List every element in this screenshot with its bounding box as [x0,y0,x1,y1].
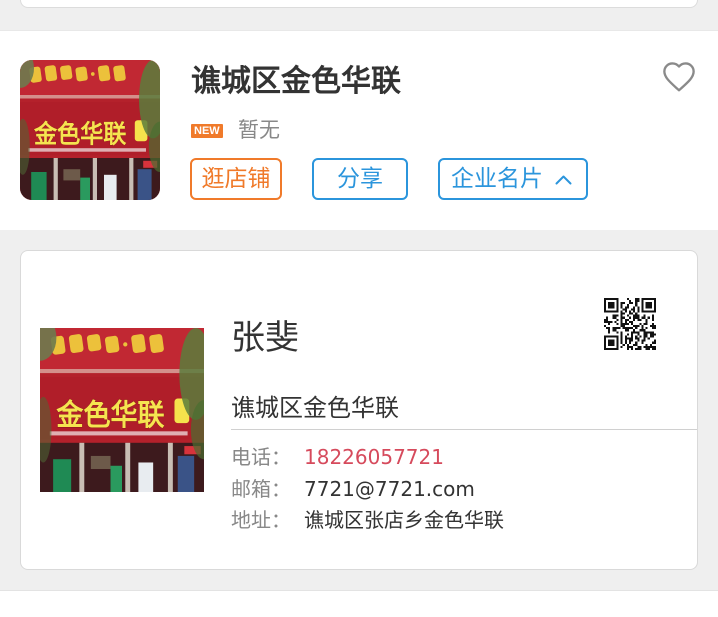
store-thumbnail[interactable]: 金色华联 [20,60,160,200]
phone-label: 电话： [231,445,291,469]
contact-company: 谯城区金色华联 [231,394,399,422]
shop-sign-text: 金色华联 [33,120,127,149]
business-card-toggle-button[interactable]: 企业名片 [438,158,588,200]
visit-store-button[interactable]: 逛店铺 [190,158,282,200]
address-label: 地址： [231,508,291,532]
business-card-photo: 金色华联 [40,328,204,492]
photo-storefront [20,158,160,200]
heart-outline-icon[interactable] [662,62,696,92]
address-value: 谯城区张店乡金色华联 [304,508,504,532]
contact-name: 张斐 [231,318,299,358]
next-list-section [0,590,718,617]
photo-storefront [40,442,204,492]
shop-sign-text: 金色华联 [55,398,165,432]
store-status: 暂无 [238,118,280,142]
business-card: 金色华联 张斐 谯城区金色华联 电话： 18226057721 邮箱： 7721… [20,250,698,570]
share-label: 分享 [337,166,383,192]
photo-upper-sign [40,328,204,374]
store-listing: 金色华联 谯城区金色华联 NEW 暂无 逛店铺 分享 企业名片 [0,30,718,230]
screen: 金色华联 谯城区金色华联 NEW 暂无 逛店铺 分享 企业名片 金色华联 张斐 … [0,0,718,617]
new-badge: NEW [191,124,223,138]
photo-main-sign: 金色华联 [20,102,160,156]
share-button[interactable]: 分享 [312,158,408,200]
qr-code-icon[interactable] [604,298,656,350]
previous-list-card [20,0,698,8]
visit-store-label: 逛店铺 [201,166,271,192]
shop-front-photo: 金色华联 [40,328,204,492]
email-label: 邮箱： [231,477,291,501]
photo-main-sign: 金色华联 [40,377,204,440]
email-value: 7721@7721.com [304,477,475,501]
photo-upper-sign [20,60,160,99]
chevron-up-icon [555,175,572,184]
store-name[interactable]: 谯城区金色华联 [191,64,401,100]
business-card-toggle-label: 企业名片 [451,166,543,192]
divider [231,429,697,430]
phone-value[interactable]: 18226057721 [304,445,444,469]
shop-front-photo: 金色华联 [20,60,160,200]
